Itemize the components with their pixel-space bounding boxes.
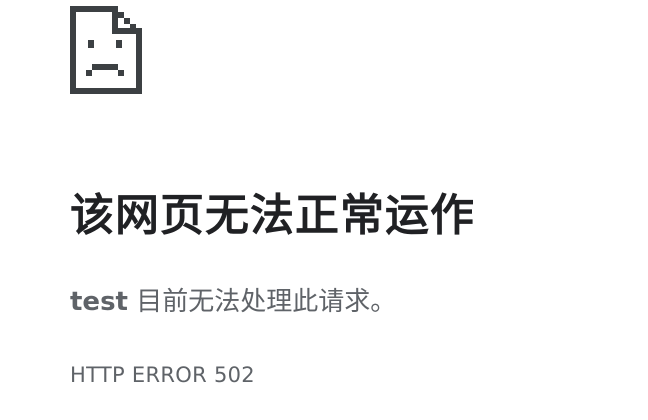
error-message: 目前无法处理此请求。 — [127, 287, 397, 317]
page-title: 该网页无法正常运作 — [70, 190, 475, 241]
error-code: HTTP ERROR 502 — [70, 363, 255, 387]
broken-page-icon — [70, 6, 142, 94]
host-name: test — [70, 287, 128, 317]
error-summary: test 目前无法处理此请求。 — [70, 284, 396, 320]
